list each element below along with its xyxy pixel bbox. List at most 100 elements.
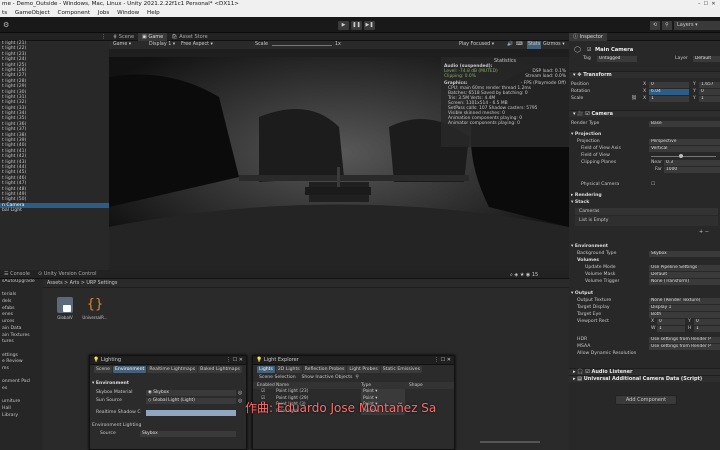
target-display-dropdown[interactable]: Display 1 bbox=[649, 305, 720, 311]
asset-global-volume[interactable]: GlobalV bbox=[55, 297, 75, 327]
explorer-tab-static-emissives[interactable]: Static Emissives bbox=[380, 366, 423, 373]
active-checkbox[interactable]: ☑ bbox=[587, 47, 591, 53]
position-y-field[interactable]: 1.657 bbox=[699, 82, 720, 88]
play-button[interactable]: ▶ bbox=[338, 21, 349, 30]
col-type[interactable]: Type bbox=[361, 382, 371, 389]
cloud-icon[interactable]: ⚙ bbox=[3, 21, 9, 29]
object-picker-icon[interactable]: ◎ bbox=[238, 398, 242, 404]
project-breadcrumb[interactable]: Assets > Arts > URP Settings bbox=[43, 280, 569, 288]
stack-heading[interactable]: ▾ Stack bbox=[571, 200, 589, 206]
hierarchy-item[interactable]: bal Light bbox=[0, 208, 109, 213]
output-heading[interactable]: ▾ Output bbox=[571, 291, 593, 297]
hdr-dropdown[interactable]: Use settings from Render P bbox=[649, 337, 720, 343]
realtime-shadow-color[interactable] bbox=[146, 410, 236, 416]
project-folder-item[interactable]: sAutoUpgrade bbox=[0, 279, 43, 286]
add-component-button[interactable]: Add Component bbox=[615, 395, 677, 405]
camera-header[interactable]: ▾ 🎥 ☑ Camera bbox=[569, 110, 720, 117]
layer-dropdown[interactable]: Default bbox=[693, 56, 720, 62]
asset-size-slider[interactable] bbox=[480, 441, 540, 443]
project-folder-item[interactable]: Library bbox=[0, 413, 43, 420]
menu-item-gameobject[interactable]: GameObject bbox=[15, 10, 50, 16]
object-picker-icon[interactable]: ◎ bbox=[238, 390, 242, 396]
game-viewport[interactable]: Statistics Audio (suspended): Level: -74… bbox=[109, 57, 569, 270]
tab-version-control[interactable]: ⊙ Unity Version Control bbox=[34, 270, 101, 279]
menu-item-window[interactable]: Window bbox=[117, 10, 139, 16]
object-name[interactable]: Main Camera bbox=[595, 47, 633, 53]
display-dropdown[interactable]: Display 1 ▾ bbox=[149, 41, 175, 49]
lighting-env-heading[interactable]: ▾ Environment bbox=[92, 381, 129, 387]
menu-item-component[interactable]: Component bbox=[58, 10, 90, 16]
volume-mask-dropdown[interactable]: Default bbox=[649, 272, 720, 278]
urp-data-header[interactable]: ▸ ▤ Universal Additional Camera Data (Sc… bbox=[569, 375, 720, 382]
gizmos-dropdown[interactable]: Gizmos ▾ bbox=[543, 41, 565, 49]
stats-button[interactable]: Stats bbox=[527, 41, 542, 49]
tab-asset-store[interactable]: 🛍 Asset Store bbox=[167, 33, 211, 41]
project-folder-item[interactable]: es bbox=[0, 386, 43, 393]
projection-dropdown[interactable]: Perspective bbox=[649, 139, 720, 145]
position-x-field[interactable]: 0 bbox=[649, 82, 689, 88]
col-name[interactable]: Name bbox=[276, 382, 289, 389]
project-folder-item[interactable]: dels bbox=[0, 299, 43, 306]
explorer-tab-light-probes[interactable]: Light Probes bbox=[347, 366, 380, 373]
pause-button[interactable]: ❚❚ bbox=[351, 21, 362, 30]
window-menu-icons[interactable]: ⋮ ☐ ✕ bbox=[226, 356, 246, 365]
fov-slider-handle[interactable] bbox=[679, 154, 683, 158]
output-texture-field[interactable]: None (Render Texture) bbox=[649, 298, 720, 304]
layers-dropdown[interactable]: Layers ▾ bbox=[674, 21, 720, 30]
rotation-x-field[interactable]: 6.04 bbox=[649, 89, 689, 95]
tab-game[interactable]: ▣ Game bbox=[138, 33, 168, 41]
project-folder-item[interactable]: onment Pacl bbox=[0, 379, 43, 386]
tab-scene[interactable]: ⋕ Scene bbox=[109, 33, 138, 41]
history-icon[interactable]: ⟲ bbox=[650, 21, 660, 30]
projection-heading[interactable]: ▾ Projection bbox=[571, 132, 601, 138]
project-folder-item[interactable]: urces bbox=[0, 319, 43, 326]
viewport-y-field[interactable]: 0 bbox=[694, 319, 720, 325]
panel-menu-icon[interactable]: ⋮ bbox=[101, 33, 109, 41]
col-shape[interactable]: Shape bbox=[409, 382, 423, 389]
asset-universal-renderer[interactable]: {} UniversalR... bbox=[82, 297, 108, 327]
list-add-remove-buttons[interactable]: + − bbox=[699, 229, 709, 235]
physical-camera-checkbox[interactable]: ☐ bbox=[651, 182, 655, 188]
fov-slider-track[interactable] bbox=[651, 156, 716, 157]
menu-item-help[interactable]: Help bbox=[147, 10, 160, 16]
scale-y-field[interactable]: 1 bbox=[699, 96, 720, 102]
col-enabled[interactable]: Enabled bbox=[257, 382, 275, 389]
search-icon[interactable]: ⚲ bbox=[355, 375, 358, 380]
rendering-heading[interactable]: ▸ Rendering bbox=[571, 193, 602, 199]
lighting-tab-realtime[interactable]: Realtime Lightmaps bbox=[147, 366, 198, 373]
scale-link-icon[interactable]: ⛓ bbox=[631, 96, 637, 102]
scale-x-field[interactable]: 1 bbox=[649, 96, 689, 102]
update-mode-dropdown[interactable]: Use Pipeline Settings bbox=[649, 265, 720, 271]
lighting-tab-environment[interactable]: Environment bbox=[113, 366, 147, 373]
project-folder-item[interactable]: Hall bbox=[0, 406, 43, 413]
scene-selection-toggle[interactable]: Scene Selection bbox=[259, 375, 296, 380]
viewport-h-field[interactable]: 1 bbox=[694, 326, 720, 332]
explorer-tab-lights[interactable]: Lights bbox=[257, 366, 275, 373]
window-menu-icons[interactable]: ⋮ ☐ ✕ bbox=[434, 356, 454, 365]
bg-type-dropdown[interactable]: Skybox bbox=[649, 251, 720, 257]
project-folder-item[interactable]: tures bbox=[0, 339, 43, 346]
tab-console[interactable]: ☰ Console bbox=[0, 270, 34, 279]
lighting-tab-scene[interactable]: Scene bbox=[94, 366, 113, 373]
audio-listener-header[interactable]: ▸ 🎧 ☑ Audio Listener bbox=[569, 368, 720, 375]
menu-item-edit[interactable]: ts bbox=[2, 10, 7, 16]
scale-slider[interactable] bbox=[272, 44, 332, 46]
render-type-dropdown[interactable]: Base bbox=[649, 121, 720, 127]
tag-dropdown[interactable]: Untagged bbox=[597, 56, 637, 62]
fov-axis-dropdown[interactable]: Vertical bbox=[649, 146, 720, 152]
project-folder-item[interactable]: ms bbox=[0, 366, 43, 373]
gamepad-icon[interactable]: ⌨ bbox=[516, 41, 523, 49]
msaa-dropdown[interactable]: Use settings from Render P bbox=[649, 344, 720, 350]
aspect-dropdown[interactable]: Free Aspect ▾ bbox=[181, 41, 213, 49]
viewport-w-field[interactable]: 1 bbox=[657, 326, 685, 332]
viewport-x-field[interactable]: 0 bbox=[657, 319, 685, 325]
source-dropdown[interactable]: Skybox bbox=[140, 431, 236, 437]
game-mode-dropdown[interactable]: Game ▾ bbox=[113, 41, 131, 49]
tab-inspector[interactable]: ⓘ Inspector bbox=[569, 33, 607, 41]
lighting-tab-baked[interactable]: Baked Lightmaps bbox=[198, 366, 242, 373]
menu-item-jobs[interactable]: Jobs bbox=[98, 10, 110, 16]
far-field[interactable]: 1000 bbox=[664, 167, 720, 173]
transform-header[interactable]: ▾ ✥ Transform bbox=[569, 71, 720, 78]
project-folder-item[interactable]: ain Data bbox=[0, 326, 43, 333]
project-folder-item[interactable]: efabs bbox=[0, 306, 43, 313]
